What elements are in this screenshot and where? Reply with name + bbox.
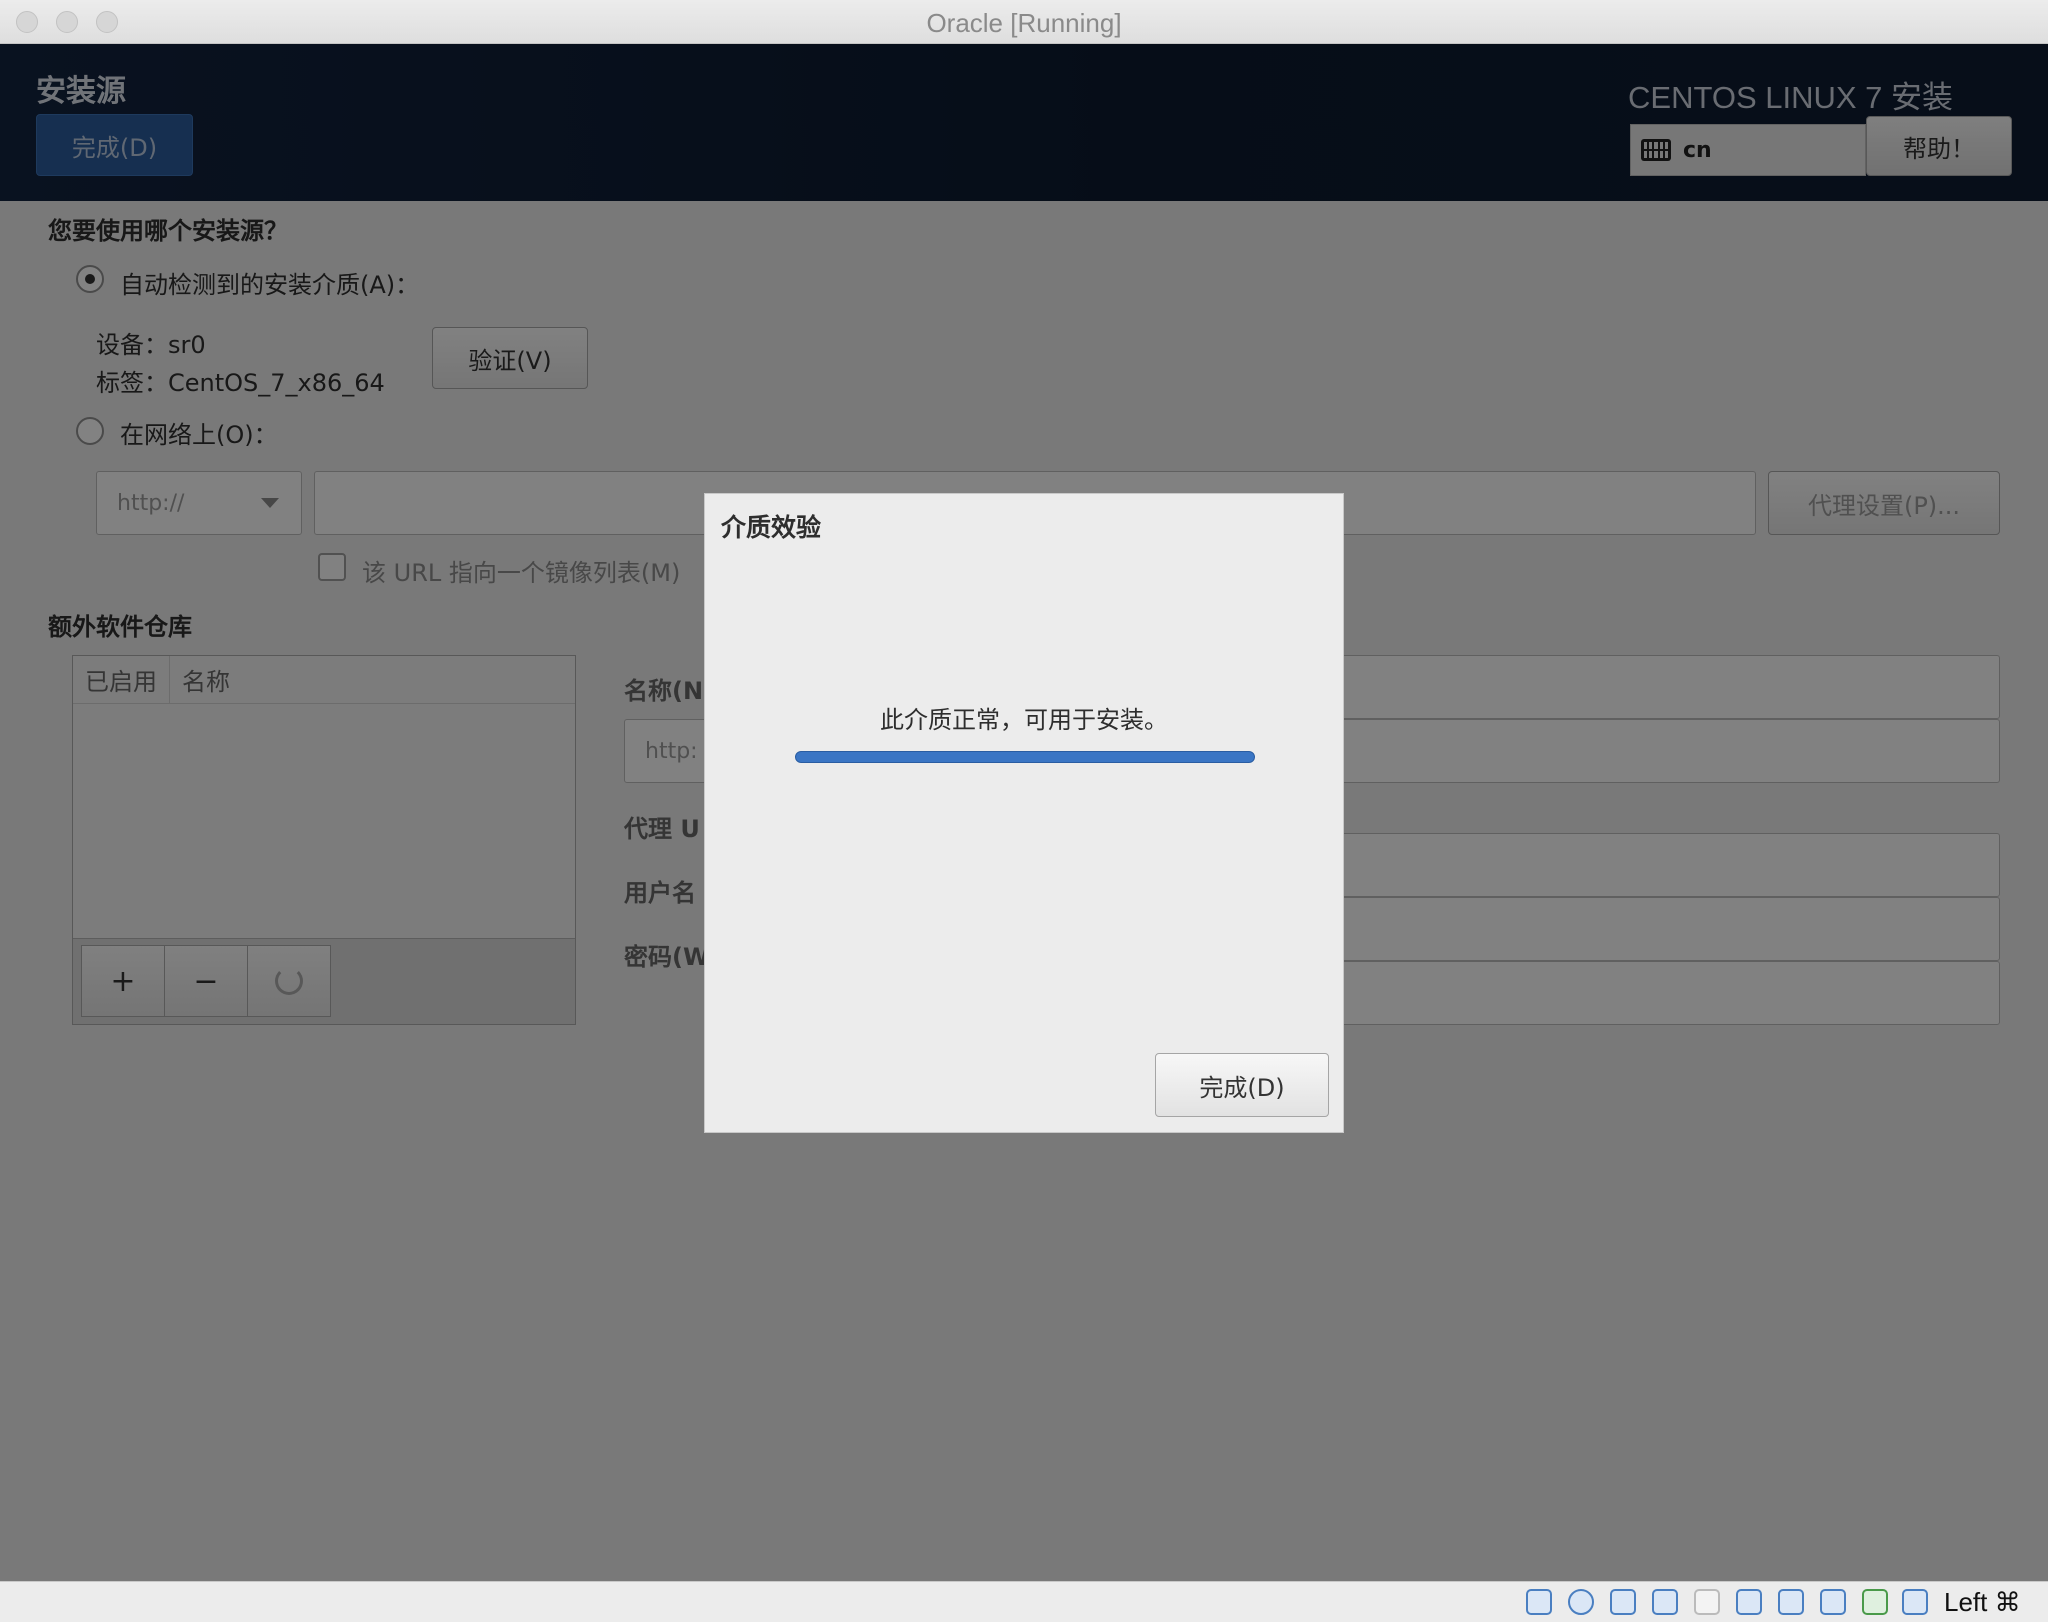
shared-folder-icon[interactable] [1736, 1589, 1762, 1615]
dialog-done-button[interactable]: 完成(D) [1155, 1053, 1329, 1117]
network-icon[interactable] [1652, 1589, 1678, 1615]
audio-icon[interactable] [1610, 1589, 1636, 1615]
usb-icon[interactable] [1694, 1589, 1720, 1615]
optical-drive-icon[interactable] [1568, 1589, 1594, 1615]
cpu-icon[interactable] [1862, 1589, 1888, 1615]
host-key-label: Left ⌘ [1944, 1587, 2021, 1617]
media-check-progress [795, 751, 1255, 763]
mouse-integration-icon[interactable] [1902, 1589, 1928, 1615]
hard-disk-icon[interactable] [1526, 1589, 1552, 1615]
window-title: Oracle [Running] [926, 8, 1122, 38]
dialog-message: 此介质正常，可用于安装。 [880, 706, 1168, 734]
media-check-dialog: 介质效验 此介质正常，可用于安装。 完成(D) [704, 493, 1344, 1133]
recording-icon[interactable] [1820, 1589, 1846, 1615]
display-icon[interactable] [1778, 1589, 1804, 1615]
dialog-title: 介质效验 [721, 513, 822, 542]
vm-statusbar: Left ⌘ [0, 1581, 2048, 1622]
window-titlebar: Oracle [Running] [0, 0, 2048, 44]
